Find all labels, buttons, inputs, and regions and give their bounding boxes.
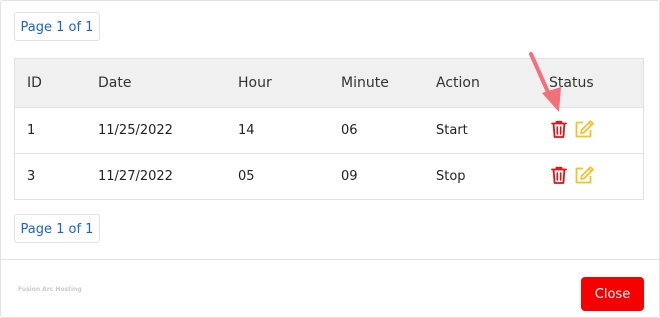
cell-date: 11/25/2022 [98,107,238,154]
edit-icon[interactable] [573,119,594,139]
trash-icon[interactable] [549,119,569,139]
column-header-hour: Hour [238,58,341,108]
cell-date: 11/27/2022 [98,153,238,200]
table-row: 1 11/25/2022 14 06 Start [14,107,644,154]
schedule-dialog: Page 1 of 1 ID Date Hour Minute Action S… [0,0,660,318]
cell-hour: 14 [238,107,341,154]
table-header-row: ID Date Hour Minute Action Status [14,58,644,108]
column-header-status: Status [549,58,644,108]
cell-status [549,153,644,200]
cell-action: Start [436,107,549,154]
cell-action: Stop [436,153,549,200]
cell-hour: 05 [238,153,341,200]
trash-icon[interactable] [549,165,569,185]
column-header-action: Action [436,58,549,108]
row-actions [549,165,594,185]
cell-minute: 06 [341,107,436,154]
column-header-minute: Minute [341,58,436,108]
row-actions [549,119,594,139]
pagination-bottom[interactable]: Page 1 of 1 [14,214,100,243]
table-row: 3 11/27/2022 05 09 Stop [14,153,644,200]
cell-status [549,107,644,154]
cell-id: 3 [14,153,98,200]
column-header-date: Date [98,58,238,108]
cell-id: 1 [14,107,98,154]
footer-divider [1,259,659,260]
schedule-table: ID Date Hour Minute Action Status 1 11/2… [14,58,644,200]
column-header-id: ID [14,58,98,108]
close-button[interactable]: Close [581,277,644,311]
cell-minute: 09 [341,153,436,200]
edit-icon[interactable] [573,165,594,185]
brand-text: Fusion Arc Hosting [18,286,82,293]
pagination-top[interactable]: Page 1 of 1 [14,12,100,41]
